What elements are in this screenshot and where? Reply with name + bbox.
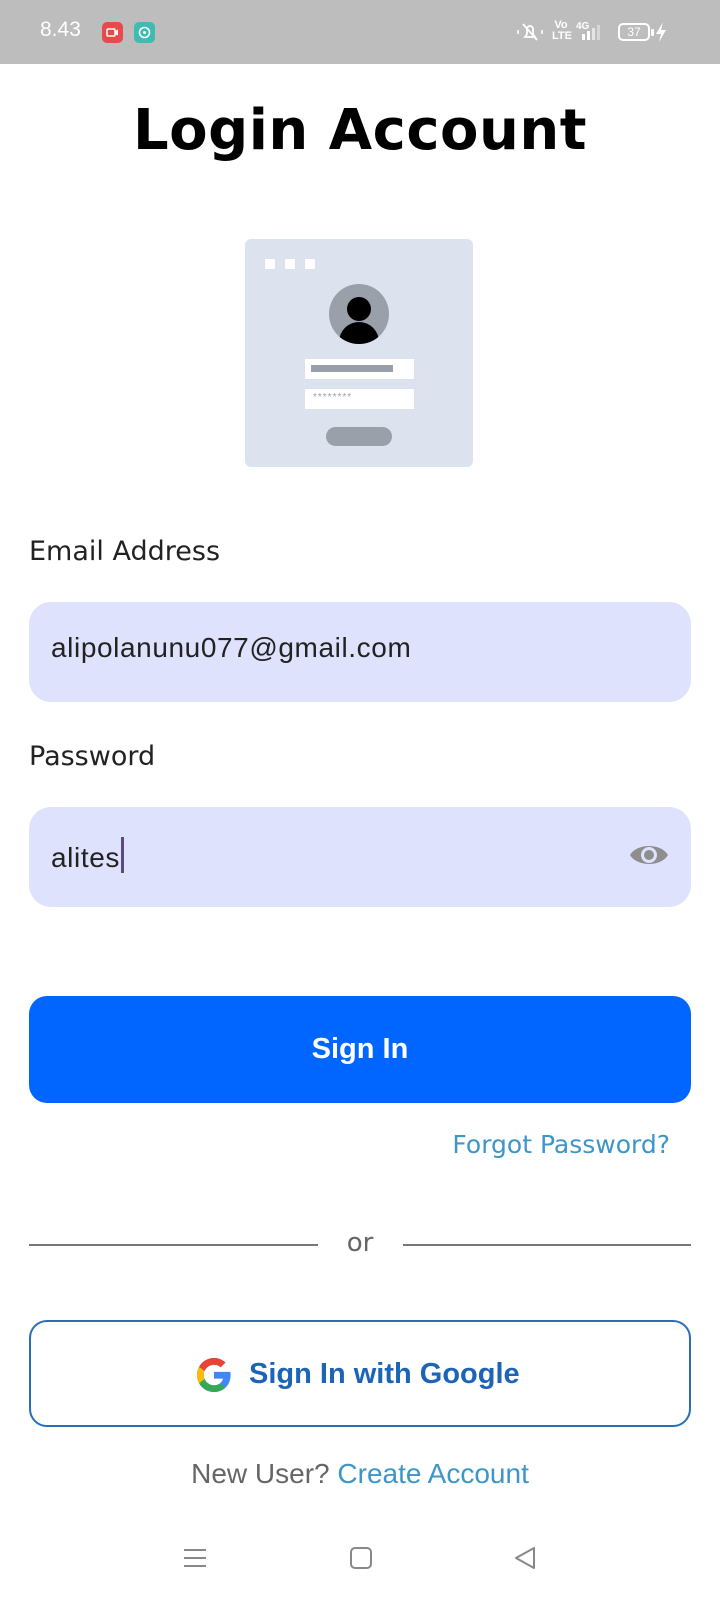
menu-icon[interactable] <box>183 1546 207 1575</box>
divider-line-right <box>403 1244 691 1246</box>
illustration-username-field <box>305 359 414 379</box>
google-sign-in-button[interactable]: Sign In with Google <box>29 1320 691 1427</box>
text-cursor <box>120 837 124 873</box>
mute-icon <box>516 21 544 48</box>
illustration-password-mask: ******** <box>313 392 353 403</box>
illustration-button <box>326 427 392 446</box>
status-time: 8.43 <box>40 18 81 41</box>
divider-or-text: or <box>346 1228 374 1258</box>
email-label: Email Address <box>29 536 221 567</box>
email-value: alipolanunu077@gmail.com <box>51 632 412 663</box>
divider-line-left <box>29 1244 318 1246</box>
illustration-window-dot <box>285 259 295 269</box>
illustration-window-dot <box>265 259 275 269</box>
signal-icon: 4G <box>576 20 602 47</box>
back-icon[interactable] <box>513 1546 537 1575</box>
network-label: 4G <box>576 21 590 32</box>
password-value: alites <box>51 842 120 873</box>
login-illustration: ******** <box>245 239 473 467</box>
home-icon[interactable] <box>349 1546 373 1575</box>
new-user-text: New User? <box>191 1458 330 1489</box>
google-sign-in-label: Sign In with Google <box>249 1358 520 1390</box>
sign-in-button[interactable]: Sign In <box>29 996 691 1103</box>
status-bar: 8.43 Vo LTE 4G 37 <box>0 0 720 64</box>
user-avatar-icon <box>329 284 389 344</box>
volte-label: Vo LTE <box>552 19 572 42</box>
new-user-row: New User? Create Account <box>0 1458 720 1490</box>
create-account-link[interactable]: Create Account <box>337 1458 528 1489</box>
eye-icon[interactable] <box>629 839 669 876</box>
charging-icon <box>654 21 668 48</box>
chat-icon <box>134 22 155 43</box>
password-field[interactable]: alites <box>29 807 691 907</box>
page-title: Login Account <box>132 98 587 163</box>
illustration-password-field: ******** <box>305 389 414 409</box>
forgot-password-link[interactable]: Forgot Password? <box>452 1130 670 1159</box>
email-field[interactable]: alipolanunu077@gmail.com <box>29 602 691 702</box>
password-label: Password <box>29 741 156 772</box>
illustration-window-dot <box>305 259 315 269</box>
screen-record-icon <box>102 22 123 43</box>
google-icon <box>195 1356 233 1399</box>
login-screen: 8.43 Vo LTE 4G 37 Login Account ********… <box>0 0 720 1600</box>
battery-indicator: 37 <box>618 23 654 41</box>
navigation-bar <box>0 1530 720 1600</box>
